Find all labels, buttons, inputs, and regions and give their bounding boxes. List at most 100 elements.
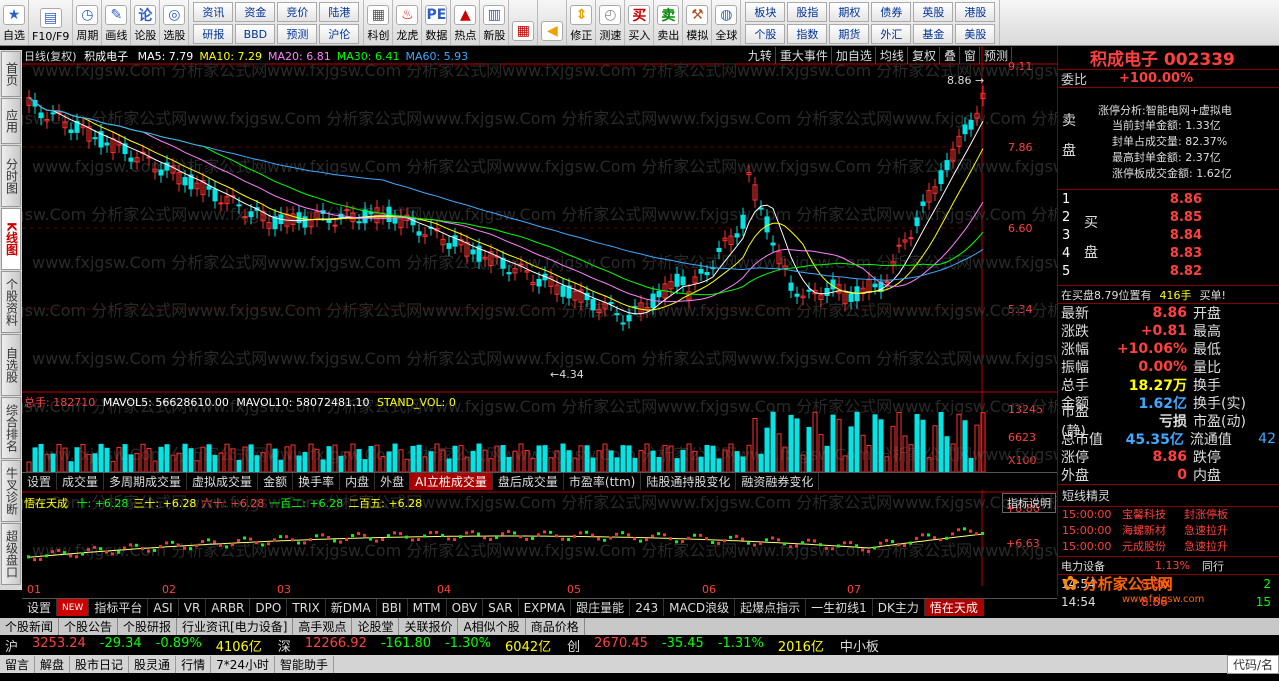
index-ticker[interactable]: 沪 3253.24 -29.34 -0.89% 4106亿深 12266.92 -161.8…	[0, 635, 1279, 655]
volume-tab[interactable]: 外盘	[375, 473, 411, 490]
market-button[interactable]: 板块	[745, 2, 786, 22]
quick-button[interactable]: 资讯	[193, 2, 234, 22]
market-button[interactable]: 外汇	[871, 24, 912, 44]
toolbar-button-toolbar.buttons3-3[interactable]: ◴ 测速	[596, 0, 626, 45]
info-tab[interactable]: 关联报价	[399, 618, 459, 635]
index-quote[interactable]: 创 2670.45 -35.45 -1.31% 2016亿	[567, 636, 824, 655]
toolbar-button-toolbar.buttons-5[interactable]: ◎ 选股	[160, 0, 190, 45]
status-button[interactable]: 股市日记	[70, 655, 130, 673]
status-button[interactable]: 留言	[0, 655, 36, 673]
toolbar-button-toolbar.buttons3-5[interactable]: 卖卖出	[654, 0, 684, 45]
volume-tab[interactable]: 成交量	[57, 473, 105, 490]
bid-row[interactable]: 5 8.82	[1062, 264, 1272, 279]
toolbar-button-toolbar.buttons2-3[interactable]: ▲ 热点	[451, 0, 481, 45]
volume-tab[interactable]: 融资融券变化	[736, 473, 820, 490]
quick-button[interactable]: 预测	[277, 24, 318, 44]
bid-row[interactable]: 1 8.86	[1062, 192, 1272, 207]
bid-row[interactable]: 4 8.83	[1062, 246, 1272, 261]
info-tab[interactable]: 商品价格	[526, 618, 585, 635]
chart-tool-button[interactable]: 加自选	[833, 47, 876, 64]
toolbar-button-toolbar.buttons-0[interactable]: ★ 自选	[0, 0, 29, 45]
chart-tool-button[interactable]: 九转	[745, 47, 776, 64]
market-button[interactable]: 期货	[829, 24, 870, 44]
chart-tool-button[interactable]: 均线	[877, 47, 908, 64]
volume-tab[interactable]: 换手率	[293, 473, 341, 490]
elf-row[interactable]: 15:00:00 宝馨科技 封涨停板	[1058, 507, 1279, 523]
quick-button[interactable]: 沪伦	[319, 24, 360, 44]
left-tab[interactable]: 首页	[1, 51, 21, 97]
chart-tool-button[interactable]: 窗	[961, 47, 980, 64]
market-button[interactable]: 期权	[829, 2, 870, 22]
volume-tab[interactable]: AI立桩成交量	[410, 473, 493, 490]
volume-tab[interactable]: 内盘	[340, 473, 376, 490]
toolbar-button-toolbar.buttons2-1[interactable]: ♨ 龙虎	[393, 0, 423, 45]
toolbar-button-toolbar.buttons3-2[interactable]: ⇕ 修正	[567, 0, 597, 45]
market-button[interactable]: 美股	[955, 24, 996, 44]
info-tab[interactable]: 个股新闻	[0, 618, 60, 635]
index-quote[interactable]: 深 12266.92 -161.80 -1.30% 6042亿	[278, 636, 551, 655]
market-button[interactable]: 基金	[913, 24, 954, 44]
status-button[interactable]: 智能助手	[275, 655, 334, 673]
toolbar-button-toolbar.buttons3-4[interactable]: 买买入	[625, 0, 655, 45]
toolbar-button-toolbar.buttons2-0[interactable]: ▦ 科创	[364, 0, 394, 45]
chart-tool-button[interactable]: 预测	[981, 47, 1012, 64]
info-tab[interactable]: A相似个股	[458, 618, 526, 635]
bid-row[interactable]: 2 8.85	[1062, 210, 1272, 225]
code-input[interactable]: 代码/名	[1226, 654, 1279, 674]
quick-button[interactable]: BBD	[235, 24, 276, 44]
market-button[interactable]: 股指	[787, 2, 828, 22]
status-button[interactable]: 7*24小时	[211, 655, 275, 673]
toolbar-button-toolbar.buttons-2[interactable]: ◷ 周期	[73, 0, 103, 45]
elf-row[interactable]: 15:00:00 元成股份 急速拉升	[1058, 539, 1279, 555]
market-button[interactable]: 指数	[787, 24, 828, 44]
volume-tab[interactable]: 多周期成交量	[104, 473, 188, 490]
status-button[interactable]: 股灵通	[129, 655, 177, 673]
toolbar-button-toolbar.buttons-3[interactable]: ✎ 画线	[102, 0, 132, 45]
info-tab[interactable]: 论股堂	[352, 618, 400, 635]
quick-button[interactable]: 竞价	[277, 2, 318, 22]
volume-tab[interactable]: 设置	[22, 473, 58, 490]
info-tab[interactable]: 高手观点	[293, 618, 353, 635]
volume-tab[interactable]: 市盈率(ttm)	[564, 473, 642, 490]
chart-tool-button[interactable]: 复权	[909, 47, 940, 64]
chart-tool-button[interactable]: 叠	[941, 47, 960, 64]
market-button[interactable]: 债券	[871, 2, 912, 22]
bid-row[interactable]: 3 8.84	[1062, 228, 1272, 243]
info-tab[interactable]: 行业资讯[电力设备]	[177, 618, 294, 635]
volume-tab[interactable]: 盘后成交量	[493, 473, 564, 490]
index-quote[interactable]: 沪 3253.24 -29.34 -0.89% 4106亿	[5, 636, 262, 655]
toolbar-button-toolbar.buttons3-6[interactable]: ⚒ 模拟	[683, 0, 713, 45]
info-tab[interactable]: 个股公告	[59, 618, 119, 635]
market-button[interactable]: 英股	[913, 2, 954, 22]
market-button[interactable]: 个股	[745, 24, 786, 44]
info-tab[interactable]: 个股研报	[118, 618, 178, 635]
toolbar-button-toolbar.buttons2-4[interactable]: ▥ 新股	[480, 0, 510, 45]
toolbar-button-toolbar.buttons3-1[interactable]: ◀	[538, 0, 568, 45]
left-tab[interactable]: 牛叉诊断	[1, 460, 21, 522]
toolbar-button-toolbar.buttons3-0[interactable]: ▦	[509, 0, 539, 45]
toolbar-button-toolbar.buttons2-2[interactable]: PE 数据	[422, 0, 452, 45]
toolbar-button-toolbar.buttons-1[interactable]: ▤ F10/F9	[29, 0, 74, 45]
short-term-elves-list[interactable]: 15:00:00 宝馨科技 封涨停板 15:00:00 海螺新材 急速拉升 15:00:00…	[1058, 507, 1279, 557]
left-tab[interactable]: 综合排名	[1, 397, 21, 459]
kline-chart[interactable]: 9.11 7.86 6.60 5.34 13245 6623 X100 +8.86 +6.63 8…	[22, 46, 1057, 596]
market-button[interactable]: 港股	[955, 2, 996, 22]
left-tab[interactable]: 应用	[1, 98, 21, 144]
quick-button[interactable]: 研报	[193, 24, 234, 44]
left-tab[interactable]: 分时图	[1, 145, 21, 207]
indicator-help-button[interactable]: 指标说明	[1002, 493, 1056, 513]
quick-button[interactable]: 陆港	[319, 2, 360, 22]
quick-button[interactable]: 资金	[235, 2, 276, 22]
volume-tab[interactable]: 陆股通持股变化	[641, 473, 737, 490]
volume-tab[interactable]: 金额	[258, 473, 294, 490]
left-tab[interactable]: 自选股	[1, 334, 21, 396]
left-tab[interactable]: 超级盘口	[1, 523, 21, 585]
toolbar-button-toolbar.buttons3-7[interactable]: ◍ 全球	[712, 0, 742, 45]
volume-tab[interactable]: 虚拟成交量	[187, 473, 259, 490]
chart-tool-button[interactable]: 重大事件	[777, 47, 832, 64]
left-tab[interactable]: K线图	[1, 208, 21, 270]
status-button[interactable]: 行情	[176, 655, 212, 673]
elf-row[interactable]: 15:00:00 海螺新材 急速拉升	[1058, 523, 1279, 539]
left-tab[interactable]: 个股资料	[1, 271, 21, 333]
toolbar-button-toolbar.buttons-4[interactable]: 论论股	[131, 0, 161, 45]
